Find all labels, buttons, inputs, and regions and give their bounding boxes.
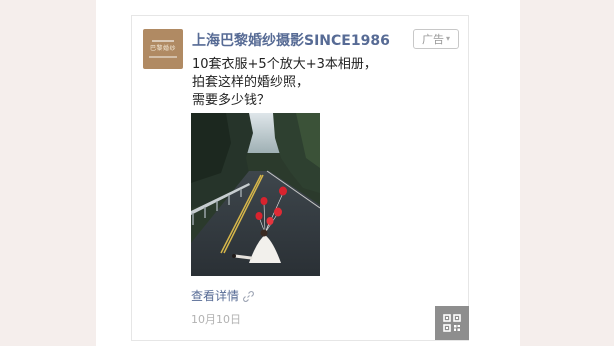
account-name[interactable]: 上海巴黎婚纱摄影SINCE1986	[192, 30, 390, 52]
post-date: 10月10日	[191, 313, 241, 326]
content-line: 需要多少钱？	[192, 93, 271, 108]
content-line: 拍套这样的婚纱照，	[192, 75, 310, 90]
logo-decoration	[149, 56, 177, 58]
logo-decoration	[152, 40, 174, 42]
ad-image[interactable]	[191, 113, 320, 276]
ad-badge[interactable]: 广告 ▾	[413, 29, 459, 49]
ad-content-text: 10套衣服+5个放大+3本相册， 拍套这样的婚纱照， 需要多少钱？	[192, 56, 452, 110]
details-label: 查看详情	[191, 289, 240, 303]
details-link[interactable]: 查看详情	[191, 288, 254, 304]
link-icon	[243, 290, 254, 302]
chevron-down-icon: ▾	[445, 34, 450, 43]
wedding-photo	[191, 113, 320, 276]
avatar-logo-text: 巴黎婚纱	[149, 45, 176, 52]
ad-badge-label: 广告	[421, 33, 444, 46]
content-line: 10套衣服+5个放大+3本相册，	[192, 57, 377, 72]
avatar[interactable]: 巴黎婚纱	[143, 29, 183, 69]
qr-code-button[interactable]	[435, 306, 469, 340]
qr-code-icon	[443, 314, 461, 332]
